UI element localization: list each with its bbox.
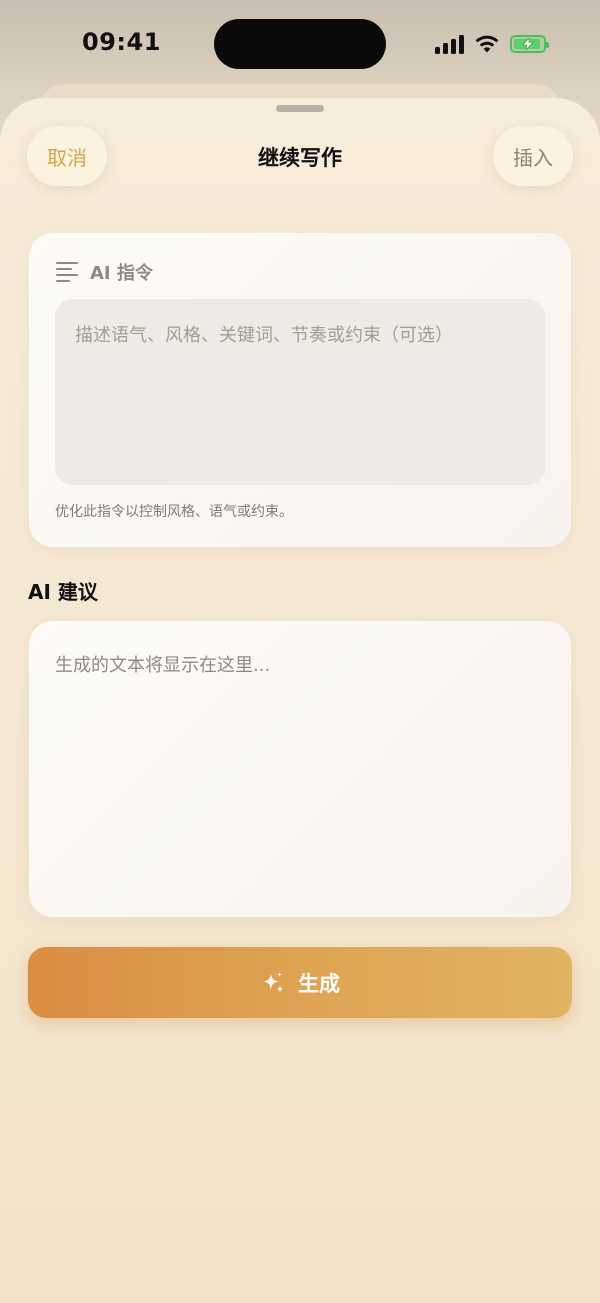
sparkle-icon (260, 970, 286, 996)
status-icons (435, 31, 549, 57)
suggestion-placeholder-text: 生成的文本将显示在这里... (55, 655, 271, 676)
wifi-icon (475, 35, 499, 53)
status-bar: 09:41 (0, 0, 600, 88)
insert-button[interactable]: 插入 (493, 126, 573, 186)
battery-charging-icon (510, 35, 549, 53)
text-lines-icon (56, 262, 78, 282)
continue-writing-sheet: 取消 继续写作 插入 AI 指令 优化此指令以控制风格、语气或约束。 AI 建议… (0, 98, 600, 1303)
instruction-hint: 优化此指令以控制风格、语气或约束。 (55, 504, 293, 520)
generate-button[interactable]: 生成 (28, 947, 572, 1018)
ai-suggestion-label: AI 建议 (28, 580, 98, 604)
status-time: 09:41 (82, 28, 161, 56)
sheet-grabber[interactable] (276, 105, 324, 112)
instruction-card: AI 指令 优化此指令以控制风格、语气或约束。 (29, 233, 571, 547)
instruction-input[interactable] (55, 299, 545, 485)
signal-bars-icon (435, 34, 464, 54)
instruction-header-label: AI 指令 (90, 263, 153, 284)
ai-suggestion-card: 生成的文本将显示在这里... (29, 621, 571, 917)
dynamic-island (214, 19, 386, 69)
generate-button-label: 生成 (298, 971, 340, 996)
instruction-header: AI 指令 (56, 259, 153, 285)
